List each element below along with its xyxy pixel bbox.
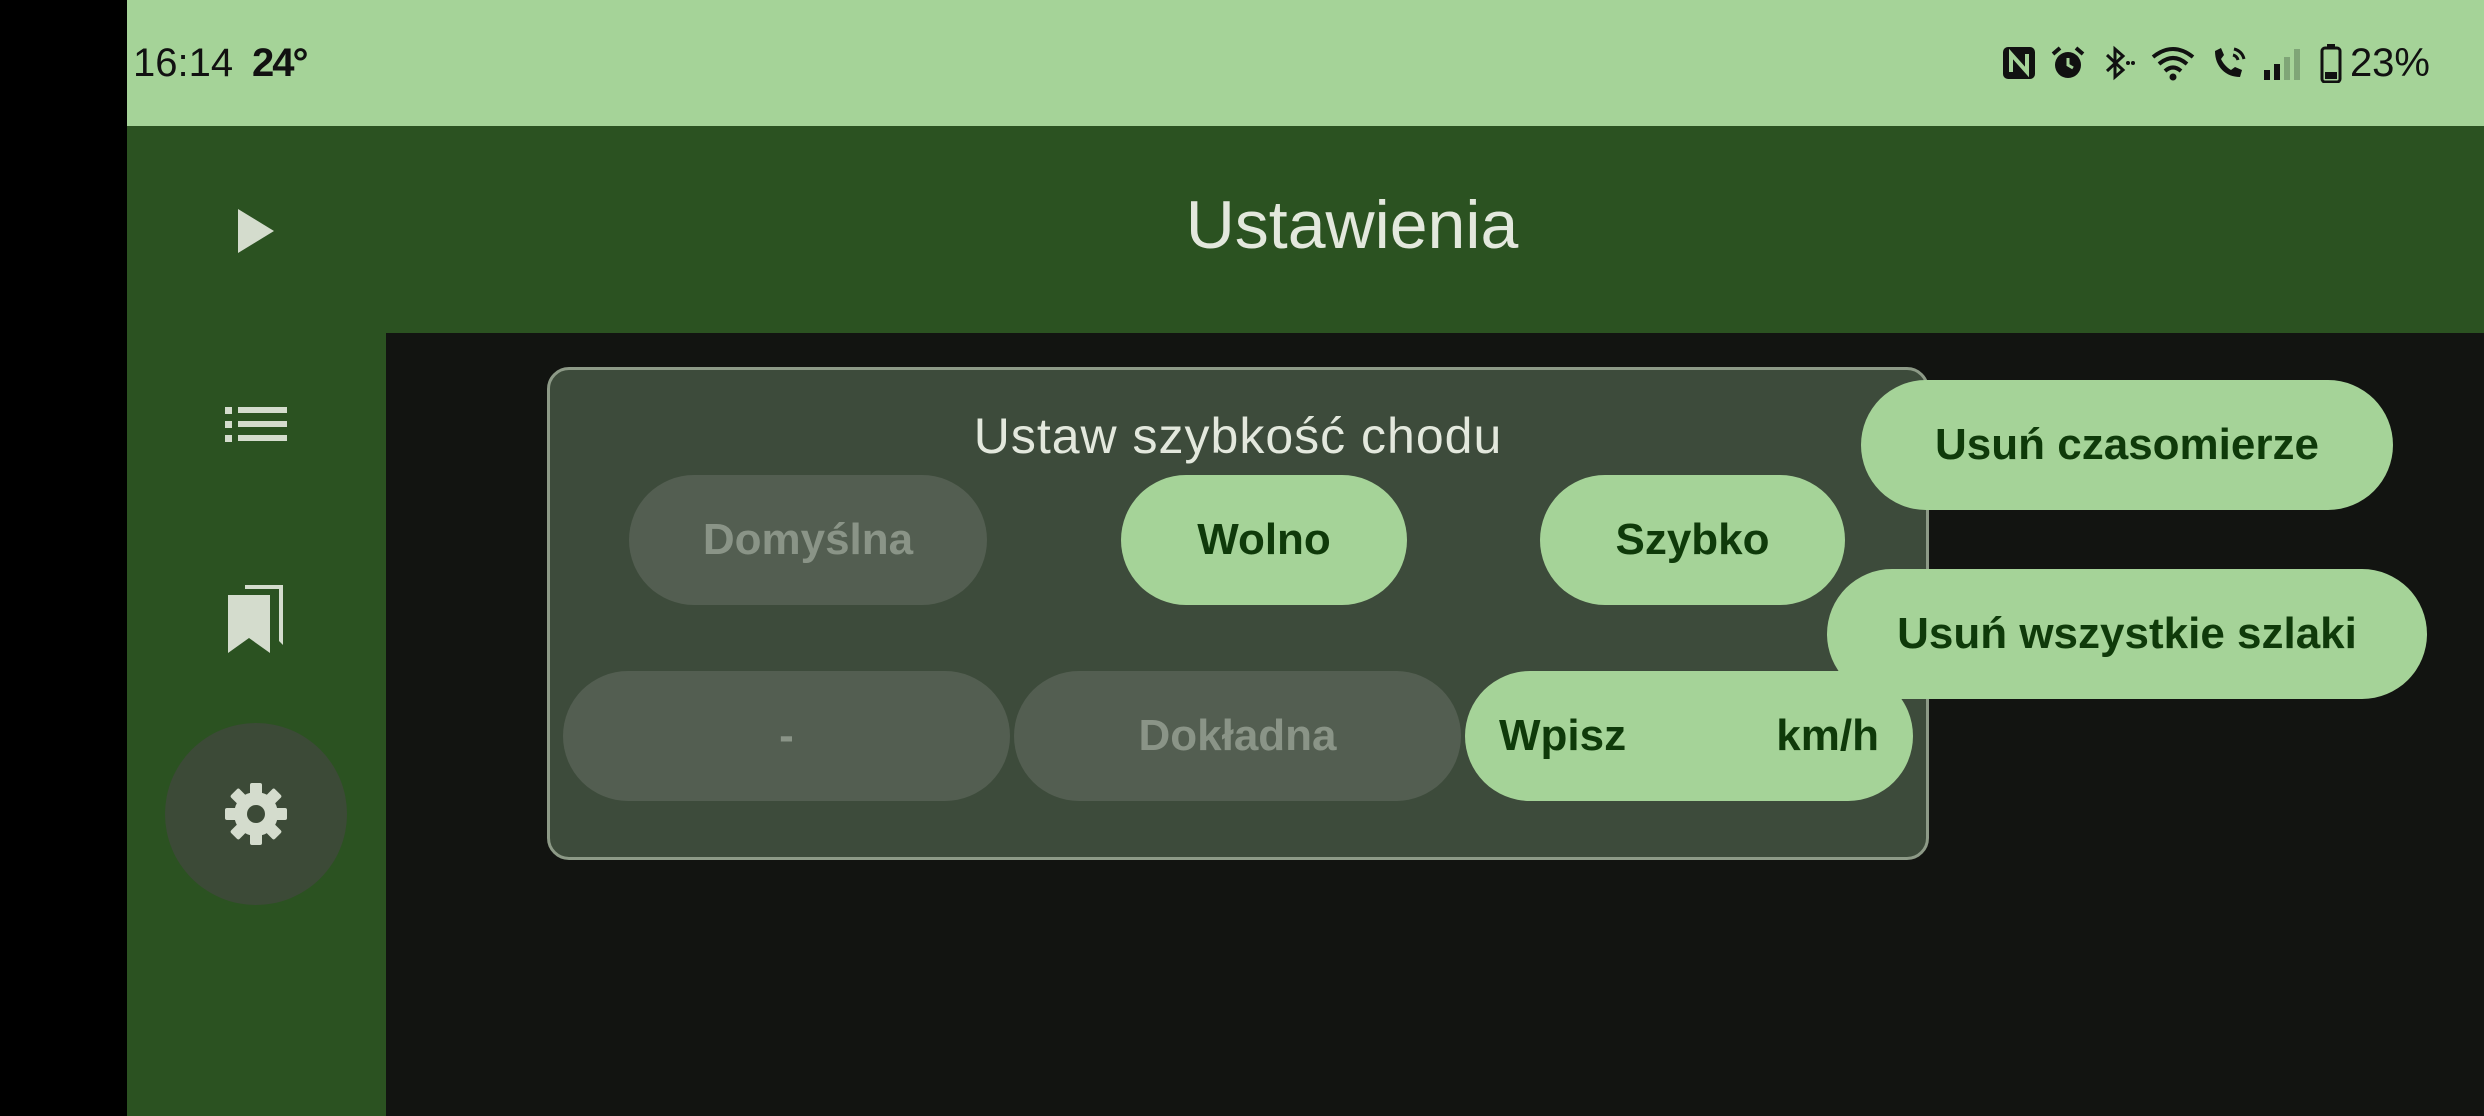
- signal-icon: [2262, 46, 2306, 80]
- battery-icon: [2320, 43, 2342, 83]
- screen: 16:14 24° 23% Ustawienia Ustaw szybkość …: [127, 0, 2484, 1116]
- clear-all-trails-button[interactable]: Usuń wszystkie szlaki: [1827, 569, 2427, 699]
- walking-speed-card: Ustaw szybkość chodu Domyślna Wolno Szyb…: [547, 367, 1929, 860]
- alarm-icon: [2050, 45, 2086, 81]
- precise-speed-button[interactable]: Dokładna: [1014, 671, 1461, 801]
- nav-item-list[interactable]: [165, 334, 347, 516]
- status-temperature: 24°: [252, 41, 308, 85]
- wifi-calling-icon: [2210, 45, 2248, 81]
- speed-input-label: Wpisz: [1499, 711, 1627, 760]
- status-icons: 23%: [2002, 36, 2430, 90]
- page-title: Ustawienia: [1185, 187, 1519, 263]
- nfc-icon: [2002, 46, 2036, 80]
- list-icon: [225, 404, 287, 446]
- default-speed-button[interactable]: Domyślna: [629, 475, 987, 605]
- settings-content: Ustaw szybkość chodu Domyślna Wolno Szyb…: [386, 333, 2484, 1116]
- nav-item-player[interactable]: [165, 140, 347, 322]
- status-bar: 16:14 24° 23%: [127, 0, 2484, 126]
- nav-item-bookmarks[interactable]: [165, 528, 347, 710]
- clear-timers-button[interactable]: Usuń czasomierze: [1861, 380, 2393, 510]
- speed-unit-label: km/h: [1776, 711, 1879, 760]
- battery-percent: 23%: [2349, 41, 2430, 85]
- status-time: 16:14: [133, 41, 234, 85]
- bookmarks-icon: [225, 583, 287, 655]
- speed-input-field[interactable]: Wpisz km/h: [1465, 671, 1913, 801]
- bluetooth-icon: [2100, 44, 2136, 82]
- play-icon: [234, 205, 278, 257]
- top-app-bar: Ustawienia: [386, 126, 2484, 333]
- nav-item-settings[interactable]: [165, 723, 347, 905]
- fast-speed-button[interactable]: Szybko: [1540, 475, 1845, 605]
- speed-value-display: -: [563, 671, 1010, 801]
- gear-icon: [223, 781, 289, 847]
- navigation-rail: [127, 126, 386, 1116]
- wifi-icon: [2150, 45, 2196, 81]
- slow-speed-button[interactable]: Wolno: [1121, 475, 1407, 605]
- walking-speed-title: Ustaw szybkość chodu: [973, 408, 1503, 464]
